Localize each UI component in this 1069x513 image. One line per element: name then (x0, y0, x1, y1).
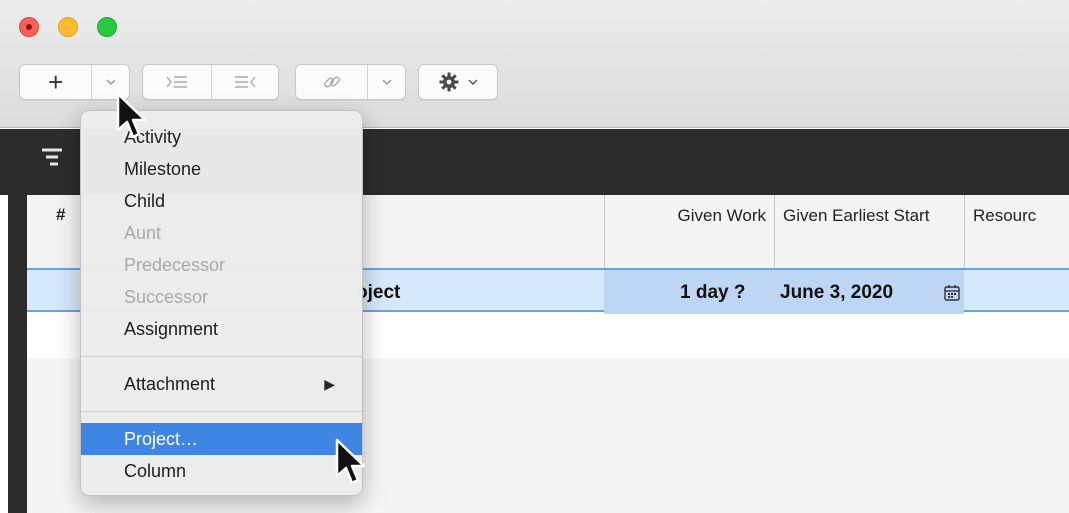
action-menu-button[interactable] (418, 64, 498, 100)
menu-separator (81, 411, 362, 412)
menu-item-predecessor: Predecessor (124, 255, 226, 275)
action-menu-seg (419, 65, 497, 99)
row-given-earliest-start[interactable]: June 3, 2020 (780, 282, 893, 304)
add-dropdown-button[interactable] (91, 65, 129, 99)
add-button-group: + (19, 64, 130, 100)
add-dropdown-menu: Activity Milestone Child Aunt Predecesso… (80, 110, 363, 496)
gear-icon (439, 72, 459, 92)
menu-item-attachment[interactable]: Attachment ▶ (81, 368, 362, 400)
menu-item-successor: Successor (124, 287, 209, 307)
submenu-arrow-icon: ▶ (324, 376, 335, 392)
window-toolbar: + (0, 0, 1069, 128)
column-given-earliest-start[interactable]: Given Earliest Start (774, 195, 964, 269)
column-given-work[interactable]: Given Work (604, 195, 774, 269)
menu-item-child[interactable]: Child (81, 185, 362, 217)
indent-outdent-group (142, 64, 279, 100)
menu-item-column[interactable]: Column (81, 455, 362, 487)
menu-item-attachment-label: Attachment (124, 374, 216, 394)
chevron-down-icon (468, 79, 478, 85)
indent-icon (166, 76, 187, 88)
calendar-icon[interactable] (944, 284, 960, 301)
menu-item-assignment[interactable]: Assignment (81, 313, 362, 345)
zoom-window-button[interactable] (97, 17, 117, 37)
chevron-down-icon (382, 79, 392, 85)
minimize-window-button[interactable] (58, 17, 78, 37)
link-button[interactable] (296, 65, 367, 99)
close-window-button[interactable] (19, 17, 39, 37)
add-button[interactable]: + (20, 65, 91, 99)
link-dropdown-button[interactable] (367, 65, 405, 99)
menu-item-aunt: Aunt (124, 223, 162, 243)
column-number[interactable]: # (56, 205, 65, 225)
filter-icon[interactable] (40, 145, 66, 169)
menu-item-milestone[interactable]: Milestone (81, 153, 362, 185)
column-resources[interactable]: Resourc (964, 195, 1069, 269)
indent-button[interactable] (143, 65, 211, 99)
menu-separator (81, 356, 362, 357)
plus-icon: + (48, 66, 64, 97)
link-icon (323, 76, 340, 88)
chevron-down-icon (106, 79, 116, 85)
outdent-button[interactable] (210, 65, 279, 99)
link-button-group (295, 64, 406, 100)
menu-item-activity[interactable]: Activity (81, 121, 362, 153)
outdent-icon (234, 76, 256, 88)
menu-item-project[interactable]: Project… (81, 423, 362, 455)
row-given-work[interactable]: 1 day ? (680, 282, 745, 304)
